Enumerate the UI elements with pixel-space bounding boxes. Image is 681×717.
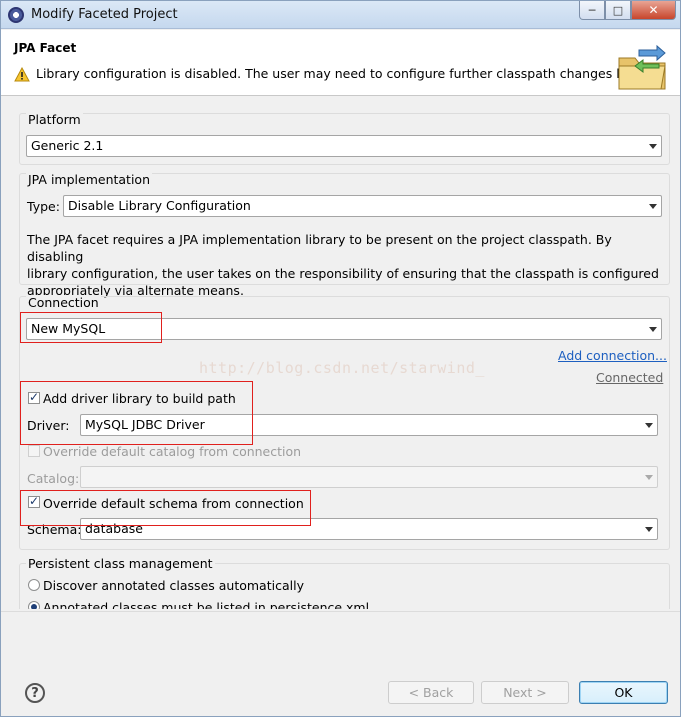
chevron-down-icon xyxy=(649,327,657,332)
help-icon[interactable]: ? xyxy=(25,683,45,703)
add-connection-link[interactable]: Add connection... xyxy=(558,348,667,363)
watermark-text: http://blog.csdn.net/starwind_ xyxy=(199,359,485,377)
warning-icon xyxy=(14,67,30,82)
maximize-button[interactable]: □ xyxy=(605,1,631,20)
dialog-footer: ? < Back Next > OK xyxy=(1,611,680,716)
override-catalog-label: Override default catalog from connection xyxy=(43,444,302,459)
window-controls: ─ □ ✕ xyxy=(579,1,676,20)
minimize-button[interactable]: ─ xyxy=(579,1,605,20)
highlight-box-driver xyxy=(20,381,253,445)
dialog-window: Modify Faceted Project ─ □ ✕ JPA Facet L… xyxy=(0,0,681,717)
discover-classes-label: Discover annotated classes automatically xyxy=(43,578,304,593)
catalog-dropdown[interactable] xyxy=(80,466,658,488)
type-label: Type: xyxy=(27,199,60,214)
chevron-down-icon xyxy=(649,204,657,209)
platform-value: Generic 2.1 xyxy=(31,138,104,153)
highlight-box-connection xyxy=(20,312,162,343)
implementation-description: The JPA facet requires a JPA implementat… xyxy=(27,232,659,298)
warning-message: Library configuration is disabled. The u… xyxy=(36,66,648,81)
content-area: Platform Generic 2.1 JPA implementation … xyxy=(9,101,673,609)
back-button[interactable]: < Back xyxy=(388,681,474,704)
page-header: JPA Facet Library configuration is disab… xyxy=(1,30,680,96)
list-classes-radio[interactable] xyxy=(28,601,40,609)
catalog-label: Catalog: xyxy=(27,471,80,486)
next-button[interactable]: Next > xyxy=(481,681,569,704)
page-title: JPA Facet xyxy=(14,41,77,55)
folder-arrows-icon xyxy=(618,44,666,90)
connected-status-link[interactable]: Connected xyxy=(596,370,663,385)
ok-button[interactable]: OK xyxy=(579,681,668,704)
type-dropdown[interactable]: Disable Library Configuration xyxy=(63,195,662,217)
chevron-down-icon xyxy=(645,423,653,428)
type-value: Disable Library Configuration xyxy=(68,198,251,213)
list-classes-label: Annotated classes must be listed in pers… xyxy=(43,600,370,609)
chevron-down-icon xyxy=(649,144,657,149)
chevron-down-icon xyxy=(645,527,653,532)
override-catalog-checkbox[interactable] xyxy=(28,445,40,457)
connection-legend: Connection xyxy=(26,295,101,310)
implementation-legend: JPA implementation xyxy=(26,172,152,187)
chevron-down-icon xyxy=(645,475,653,480)
discover-classes-radio[interactable] xyxy=(28,579,40,591)
title-bar[interactable]: Modify Faceted Project ─ □ ✕ xyxy=(1,1,680,29)
highlight-box-schema xyxy=(20,490,311,526)
platform-legend: Platform xyxy=(26,112,83,127)
window-title: Modify Faceted Project xyxy=(31,7,178,22)
close-button[interactable]: ✕ xyxy=(631,1,676,20)
persistent-legend: Persistent class management xyxy=(26,556,215,571)
platform-dropdown[interactable]: Generic 2.1 xyxy=(26,135,662,157)
eclipse-icon xyxy=(8,7,24,23)
